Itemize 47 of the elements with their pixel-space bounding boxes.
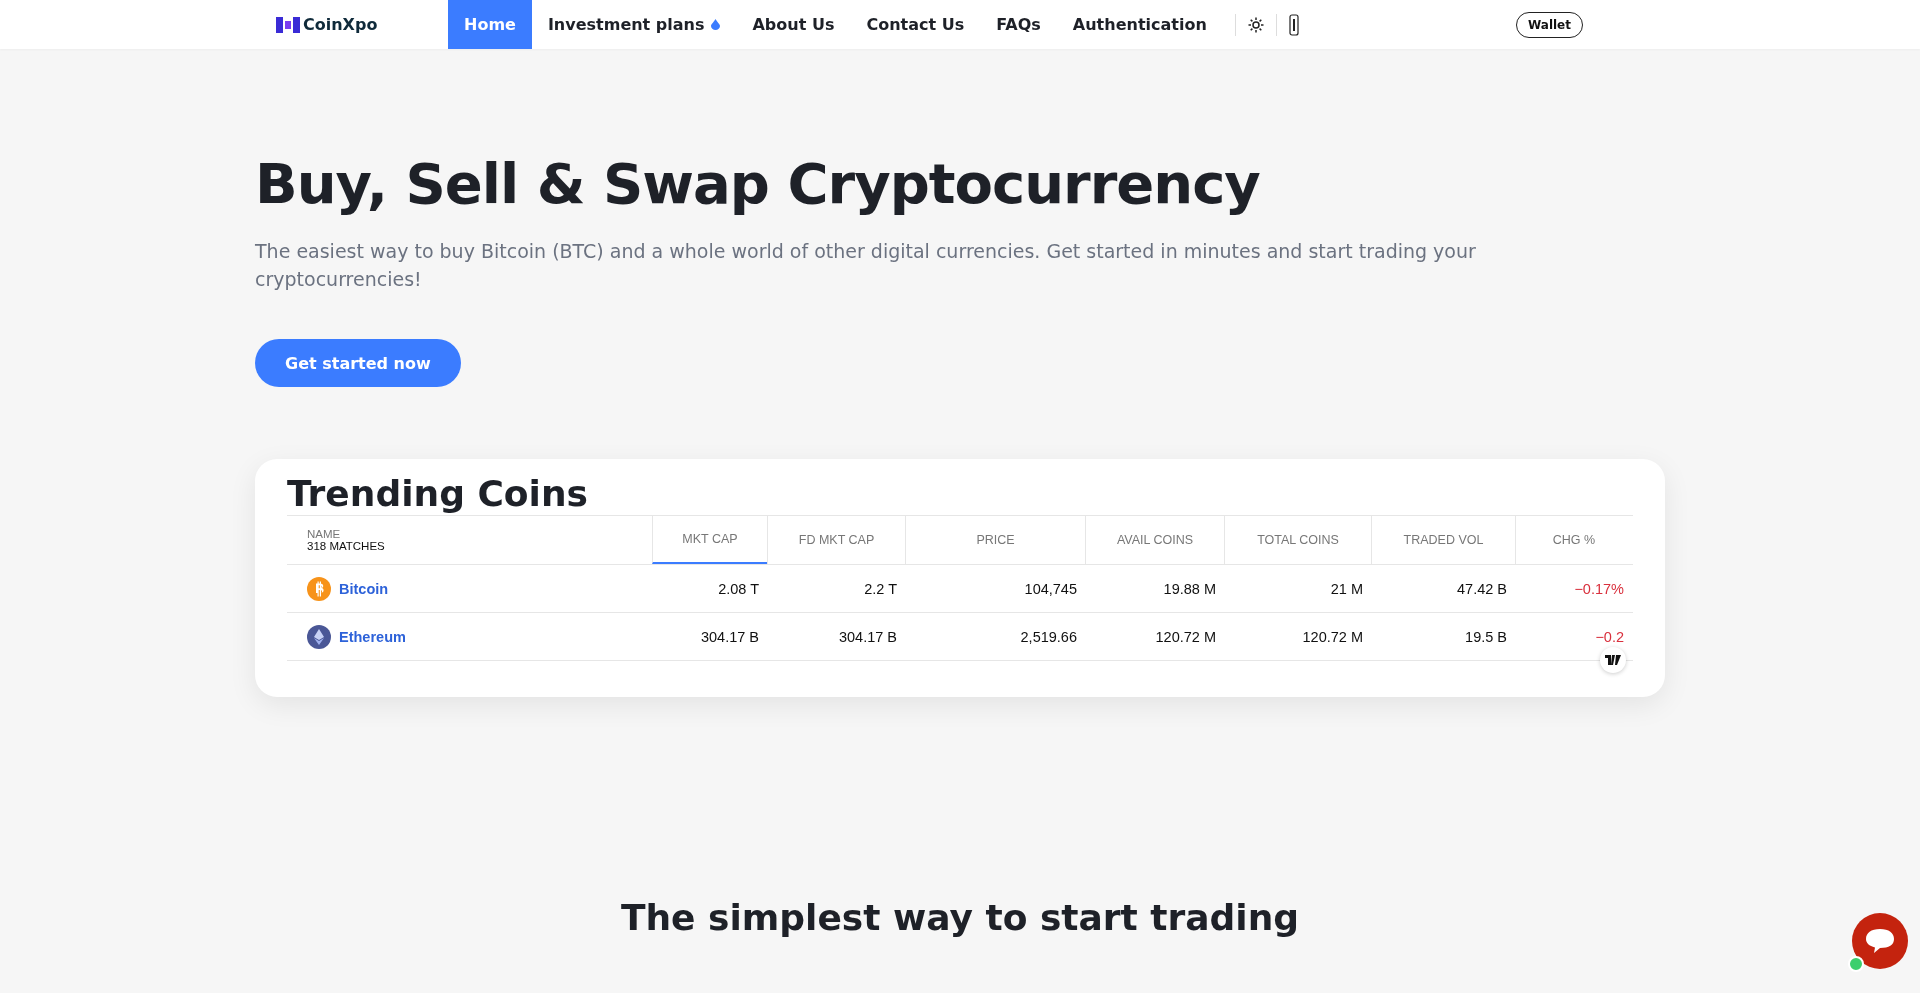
online-dot [1848, 956, 1864, 972]
table-cell-text: 19.5 B [1464, 628, 1508, 645]
nav-link[interactable]: FAQs [980, 0, 1057, 49]
column-header[interactable]: TOTAL COINS [1224, 516, 1371, 564]
coin-link[interactable]: Ethereum [339, 628, 406, 645]
table-cell-text: 2,519.66 [1019, 628, 1078, 645]
nav-link[interactable]: About Us [736, 0, 851, 49]
change-cell: −0.17% [1574, 580, 1624, 597]
logo-icon [275, 14, 301, 35]
chat-button[interactable] [1852, 913, 1908, 969]
nav-link[interactable]: Investment plans [531, 0, 737, 49]
column-header[interactable]: FD MKT CAP [767, 516, 905, 564]
table-cell-text: 120.72 M [1154, 628, 1217, 645]
wallet-button[interactable]: Wallet [1516, 11, 1583, 38]
get-started-button[interactable]: Get started now [255, 339, 461, 387]
bitcoin-icon [307, 576, 331, 601]
column-header[interactable]: PRICE [905, 516, 1085, 564]
ethereum-icon [307, 624, 331, 649]
column-header[interactable]: MKT CAP [652, 516, 767, 564]
table-cell-text: 104,745 [1023, 580, 1078, 597]
widget-logo-icon[interactable] [1600, 646, 1626, 673]
table-cell-text: 304.17 B [837, 628, 898, 645]
hero-title: Buy, Sell & Swap Cryptocurrency [255, 150, 1261, 218]
speech-bubble-icon [1864, 927, 1896, 955]
card-title: Trending Coins [287, 473, 589, 515]
table-cell-text: 21 M [1329, 580, 1364, 597]
coin-link[interactable]: Bitcoin [339, 580, 389, 597]
nav-link[interactable]: Contact Us [850, 0, 981, 49]
table-cell-text: 19.88 M [1162, 580, 1217, 597]
table-cell-text: 304.17 B [699, 628, 760, 645]
column-header[interactable]: TRADED VOL [1371, 516, 1515, 564]
column-header[interactable]: CHG % [1515, 516, 1632, 564]
hero-subtitle: The easiest way to buy Bitcoin (BTC) and a whole world of other digital currencies. Get started in minutes and start trading your cryptocurrencies! [255, 239, 1477, 292]
nav-link[interactable]: Home [448, 0, 532, 49]
logo-text[interactable]: CoinXpo [303, 15, 378, 34]
section-title: The simplest way to start trading [619, 897, 1301, 938]
matches-count: 318 MATCHES [307, 540, 386, 552]
column-header[interactable]: NAME [307, 528, 652, 540]
change-cell: −0.2 [1595, 628, 1624, 645]
table-cell-text: 2.08 T [717, 580, 760, 597]
phone-icon[interactable] [1288, 13, 1299, 36]
table-cell-text: 120.72 M [1301, 628, 1364, 645]
column-header[interactable]: AVAIL COINS [1085, 516, 1224, 564]
table-cell-text: 47.42 B [1456, 580, 1508, 597]
nav-link[interactable]: Authentication [1056, 0, 1223, 49]
table-cell-text: 2.2 T [863, 580, 898, 597]
sun-icon[interactable] [1247, 16, 1264, 33]
